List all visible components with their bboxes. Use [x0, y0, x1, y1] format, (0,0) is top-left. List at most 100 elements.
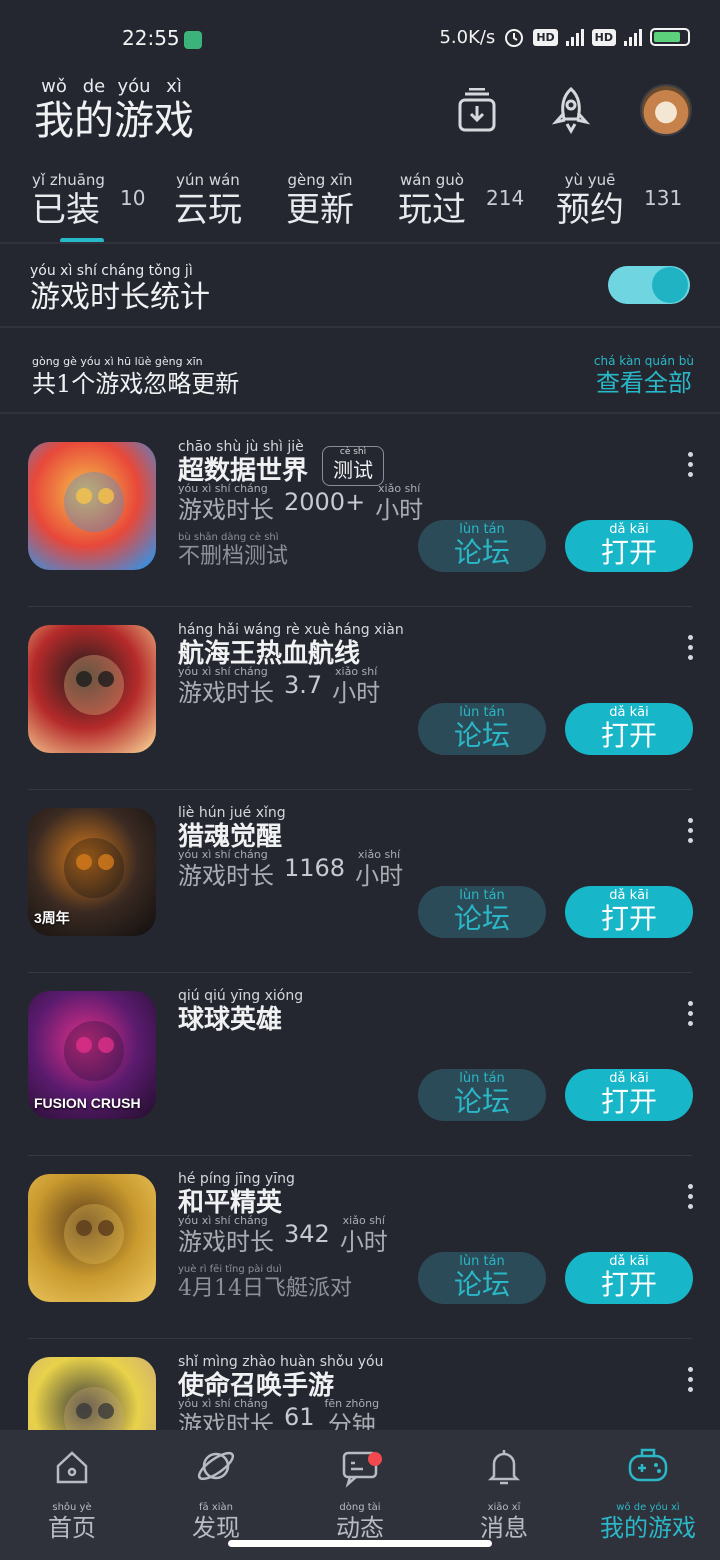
chat-bubble-icon — [342, 1451, 378, 1488]
nav-item-planet[interactable]: fā xiàn 发现 — [156, 1444, 276, 1542]
open-button[interactable]: dǎ kāi 打开 — [565, 1069, 693, 1121]
tab-updates-pinyin: gèng xīn — [287, 171, 353, 189]
ignored-count: 1 — [56, 370, 72, 398]
ignored-prefix: 共 — [32, 370, 56, 398]
nav-pinyin: fā xiàn — [199, 1502, 233, 1513]
game-playtime: yóu xì shí cháng 游戏时长 342 xiǎo shí 小时 — [178, 1214, 388, 1256]
title-char-text: 戏 — [154, 98, 194, 144]
game-row[interactable]: FUSION CRUSH qiú qiú yīng xióng 球球英雄 lùn … — [0, 973, 720, 1156]
tab-updates-label: 更新 — [286, 190, 354, 230]
game-icon[interactable]: CALL DUTY — [28, 1357, 156, 1430]
forum-button[interactable]: lùn tán 论坛 — [418, 886, 546, 938]
game-note: yuè rì fēi tǐng pài duì 4月14日飞艇派对 — [178, 1264, 352, 1302]
title-char-pinyin: wǒ — [41, 76, 67, 97]
battery-icon — [650, 28, 690, 46]
game-name-pinyin: qiú qiú yīng xióng — [178, 988, 304, 1004]
open-button[interactable]: dǎ kāi 打开 — [565, 886, 693, 938]
title-char: yóu 游 — [114, 76, 154, 144]
nav-item-chat-bubble[interactable]: dòng tài 动态 — [300, 1444, 420, 1542]
tab-installed[interactable]: yǐ zhuāng 已装 10 — [32, 170, 145, 230]
tab-cloud-play[interactable]: yún wán 云玩 — [174, 170, 242, 230]
note-text: 不删档测试 — [178, 544, 289, 569]
forum-pinyin: lùn tán — [459, 705, 505, 720]
forum-button[interactable]: lùn tán 论坛 — [418, 520, 546, 572]
game-icon[interactable]: FUSION CRUSH — [28, 991, 156, 1119]
forum-button[interactable]: lùn tán 论坛 — [418, 1252, 546, 1304]
playtime-unit: 小时 — [375, 496, 424, 524]
forum-label: 论坛 — [453, 536, 510, 569]
game-row[interactable]: hé píng jīng yīng 和平精英 yóu xì shí cháng 游戏… — [0, 1156, 720, 1339]
game-playtime: yóu xì shí cháng 游戏时长 3.7 xiǎo shí 小时 — [178, 665, 380, 707]
playtime-unit: 分钟 — [327, 1411, 376, 1430]
forum-button[interactable]: lùn tán 论坛 — [418, 703, 546, 755]
open-button[interactable]: dǎ kāi 打开 — [565, 703, 693, 755]
title-char: wǒ 我 — [34, 76, 74, 144]
status-bar: 22:55 5.0K/s HD HD — [0, 0, 720, 70]
tab-updates[interactable]: gèng xīn 更新 — [286, 170, 354, 230]
playtime-value: 342 — [284, 1220, 330, 1248]
more-vertical-icon[interactable] — [688, 1184, 694, 1209]
tab-played[interactable]: wán guò 玩过 214 — [398, 170, 524, 230]
open-pinyin: dǎ kāi — [609, 522, 649, 537]
title-char-text: 游 — [114, 98, 154, 144]
view-all-link[interactable]: chá kàn quán bù 查看全部 — [594, 350, 694, 398]
game-icon[interactable] — [28, 442, 156, 570]
nav-item-home[interactable]: shǒu yè 首页 — [12, 1444, 132, 1542]
playtime-pinyin: yóu xì shí cháng — [178, 665, 268, 678]
forum-button[interactable]: lùn tán 论坛 — [418, 1069, 546, 1121]
divider — [0, 326, 720, 328]
tab-reserved[interactable]: yù yuē 预约 131 — [556, 170, 682, 230]
signal-5g-icon — [565, 28, 584, 46]
playtime-value: 1168 — [284, 854, 346, 882]
playtime-pinyin: yóu xì shí cháng — [178, 1397, 268, 1410]
nav-label: 消息 — [480, 1514, 528, 1542]
rocket-icon[interactable] — [546, 82, 596, 138]
game-row[interactable]: 3周年 liè hún jué xǐng 猎魂觉醒 yóu xì shí chán… — [0, 790, 720, 973]
game-name-pinyin: chāo shù jù shì jiè — [178, 439, 304, 455]
more-vertical-icon[interactable] — [688, 635, 694, 660]
nav-pinyin: shǒu yè — [52, 1502, 92, 1513]
nav-item-gamepad[interactable]: wǒ de yóu xì 我的游戏 — [588, 1444, 708, 1542]
title-char-pinyin: de — [82, 76, 106, 97]
game-name: qiú qiú yīng xióng 球球英雄 — [178, 987, 303, 1035]
game-icon[interactable]: 3周年 — [28, 808, 156, 936]
playtime-unit-pinyin: fēn zhōng — [324, 1397, 380, 1410]
download-box-icon[interactable] — [452, 82, 502, 138]
nav-item-bell[interactable]: xiāo xī 消息 — [444, 1444, 564, 1542]
open-button[interactable]: dǎ kāi 打开 — [565, 1252, 693, 1304]
open-label: 打开 — [600, 1268, 657, 1301]
playtime-unit-pinyin: xiǎo shí — [335, 665, 378, 678]
game-row[interactable]: CALL DUTY shǐ mìng zhào huàn shǒu yóu使命召… — [0, 1339, 720, 1430]
game-icon[interactable] — [28, 625, 156, 753]
open-pinyin: dǎ kāi — [609, 705, 649, 720]
game-icon[interactable] — [28, 1174, 156, 1302]
game-row[interactable]: chāo shù jù shì jiè 超数据世界 cè shì 测试 yóu xì … — [0, 424, 720, 607]
gamepad-icon — [628, 1448, 668, 1482]
tab-played-count: 214 — [486, 186, 525, 210]
more-vertical-icon[interactable] — [688, 1367, 694, 1392]
toggle-knob — [652, 267, 688, 303]
tab-reserved-label: 预约 — [556, 190, 624, 230]
game-icon-text: FUSION CRUSH — [34, 1095, 141, 1111]
playtime-pinyin: yóu xì shí cháng — [178, 1214, 268, 1227]
nav-label: 首页 — [48, 1514, 96, 1542]
open-label: 打开 — [600, 1085, 657, 1118]
avatar[interactable] — [640, 84, 692, 136]
game-name: háng hǎi wáng rè xuè háng xiàn 航海王热血航线 — [178, 621, 404, 669]
more-vertical-icon[interactable] — [688, 452, 694, 477]
more-vertical-icon[interactable] — [688, 818, 694, 843]
test-tag: cè shì 测试 — [322, 446, 385, 486]
game-list: chāo shù jù shì jiè 超数据世界 cè shì 测试 yóu xì … — [0, 424, 720, 1430]
playtime-stats-label: yóu xì shí cháng tǒng jì 游戏时长统计 — [30, 260, 210, 316]
open-pinyin: dǎ kāi — [609, 1254, 649, 1269]
playtime-unit-pinyin: xiǎo shí — [357, 848, 401, 861]
playtime-stats-toggle[interactable] — [608, 266, 690, 304]
game-row[interactable]: háng hǎi wáng rè xuè háng xiàn 航海王热血航线 yó… — [0, 607, 720, 790]
game-playtime: yóu xì shí cháng 游戏时长 1168 xiǎo shí 小时 — [178, 848, 403, 890]
forum-pinyin: lùn tán — [459, 1071, 505, 1086]
game-name-pinyin: liè hún jué xǐng — [178, 805, 286, 821]
hd-badge: HD — [533, 28, 558, 46]
forum-label: 论坛 — [453, 719, 510, 752]
open-button[interactable]: dǎ kāi 打开 — [565, 520, 693, 572]
more-vertical-icon[interactable] — [688, 1001, 694, 1026]
